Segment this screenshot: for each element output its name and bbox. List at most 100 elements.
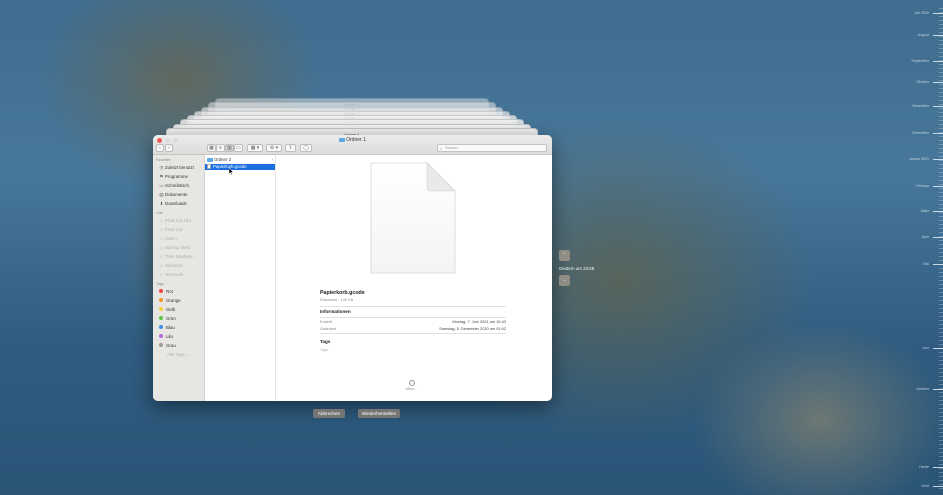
timeline-minor-tick bbox=[939, 152, 943, 153]
preview-filename: Papierkorb.gcode bbox=[320, 290, 365, 296]
tag-button[interactable]: ◯ bbox=[300, 144, 312, 152]
drive-icon: ◌ bbox=[160, 245, 163, 250]
timeline-minor-tick bbox=[939, 392, 943, 393]
timeline-minor-tick bbox=[939, 208, 943, 209]
timeline-minor-tick bbox=[939, 256, 943, 257]
timeline-label[interactable]: Juli 2020 bbox=[915, 11, 929, 15]
timeline-minor-tick bbox=[939, 12, 943, 13]
older-snapshot-button[interactable]: ⌃ bbox=[559, 250, 570, 261]
timeline-minor-tick bbox=[939, 96, 943, 97]
timeline-label[interactable]: Jetzt bbox=[921, 484, 929, 488]
timeline-label[interactable]: November bbox=[912, 104, 929, 108]
list-item[interactable]: Papierkorb.gcode bbox=[205, 164, 275, 170]
timeline-minor-tick bbox=[939, 268, 943, 269]
tags-input[interactable]: Tags ... bbox=[320, 348, 332, 352]
tag-label: Grün bbox=[166, 316, 176, 321]
timeline-tick[interactable] bbox=[933, 237, 943, 238]
timeline-label[interactable]: Februar bbox=[916, 184, 929, 188]
timeline-minor-tick bbox=[939, 36, 943, 37]
sidebar-item-location[interactable]: ◌ Final Cut bbox=[153, 225, 204, 234]
timeline-label[interactable]: August bbox=[918, 33, 929, 37]
sidebar-item-label: Daten bbox=[165, 236, 177, 241]
tag-color-dot bbox=[159, 325, 163, 329]
sidebar-item-label: Time Machine... bbox=[165, 254, 197, 259]
sidebar-tag[interactable]: Orange bbox=[153, 296, 204, 305]
sidebar-item-location[interactable]: ◌ Time Machine... bbox=[153, 252, 204, 261]
desktop-icon: ▭ bbox=[159, 183, 164, 188]
preview-subtitle: Dokument - 142 KB bbox=[320, 298, 354, 302]
timeline-minor-tick bbox=[939, 468, 943, 469]
timeline-minor-tick bbox=[939, 196, 943, 197]
sidebar-item-location[interactable]: ◌ Netzwerk bbox=[153, 270, 204, 279]
timeline-tick[interactable] bbox=[933, 106, 943, 107]
timeline-label[interactable]: Gestern bbox=[916, 387, 929, 391]
sidebar-item-location[interactable]: ◌ Backup MAC bbox=[153, 243, 204, 252]
timeline-minor-tick bbox=[939, 436, 943, 437]
list-item[interactable]: Ordner 2 › bbox=[205, 157, 275, 163]
timeline-tick[interactable] bbox=[933, 133, 943, 134]
timeline-label[interactable]: Heute bbox=[919, 465, 929, 469]
timeline-tick[interactable] bbox=[933, 389, 943, 390]
timeline-label[interactable]: Oktober bbox=[916, 80, 929, 84]
sidebar-item-zuletzt-benutzt[interactable]: ◷ Zuletzt benutzt bbox=[153, 163, 204, 172]
timeline-label[interactable]: März bbox=[921, 209, 929, 213]
timeline-minor-tick bbox=[939, 388, 943, 389]
timeline-minor-tick bbox=[939, 232, 943, 233]
timeline-minor-tick bbox=[939, 40, 943, 41]
list-view-button[interactable]: ≡ bbox=[216, 144, 225, 152]
timeline-label[interactable]: Juni bbox=[922, 346, 929, 350]
timeline-minor-tick bbox=[939, 300, 943, 301]
gallery-view-button[interactable]: ▭ bbox=[234, 144, 243, 152]
timeline-tick[interactable] bbox=[933, 186, 943, 187]
more-button[interactable]: ⋯ Mehr ... bbox=[404, 380, 420, 391]
sidebar-tag[interactable]: Rot bbox=[153, 287, 204, 296]
timeline-label[interactable]: September bbox=[911, 59, 929, 63]
timeline-minor-tick bbox=[939, 308, 943, 309]
item-name: Ordner 2 bbox=[214, 157, 231, 162]
timeline-minor-tick bbox=[939, 312, 943, 313]
timeline-minor-tick bbox=[939, 132, 943, 133]
forward-button[interactable]: › bbox=[165, 144, 173, 152]
search-icon: ⌕ bbox=[440, 146, 443, 151]
timeline-label[interactable]: Dezember bbox=[912, 131, 929, 135]
cancel-button[interactable]: Abbrechen bbox=[313, 409, 345, 418]
timeline-minor-tick bbox=[939, 432, 943, 433]
search-field[interactable]: ⌕ Suchen bbox=[437, 144, 547, 152]
icon-view-button[interactable]: ▦ bbox=[207, 144, 216, 152]
group-button[interactable]: ▦ ▾ bbox=[247, 144, 263, 152]
sidebar-item-label: Programme bbox=[165, 174, 188, 179]
newer-snapshot-button[interactable]: ⌄ bbox=[559, 275, 570, 286]
sidebar-item-location[interactable]: ◌ Daten bbox=[153, 234, 204, 243]
timeline-tick[interactable] bbox=[933, 486, 943, 487]
sidebar-item-dokumente[interactable]: ▤Dokumente bbox=[153, 190, 204, 199]
column-view-button[interactable]: ▥ bbox=[225, 144, 234, 152]
timeline-label[interactable]: Mai bbox=[923, 262, 929, 266]
tags-section-header: Tags bbox=[320, 339, 331, 344]
sidebar: Favoriten ◷ Zuletzt benutzt ⚑Programme ▭Sch… bbox=[153, 155, 205, 401]
back-button[interactable]: ‹ bbox=[156, 144, 164, 152]
tag-color-dot bbox=[159, 289, 163, 293]
sidebar-item-programme[interactable]: ⚑Programme bbox=[153, 172, 204, 181]
timeline-label[interactable]: Januar 2021 bbox=[909, 157, 929, 161]
sidebar-tag[interactable]: Grün bbox=[153, 314, 204, 323]
title-bar: Ordner 1 ‹ › ▦ ≡ ▥ ▭ ▦ ▾ ⚙ ▾ ⇪ ◯ ⌕ Suche… bbox=[153, 135, 552, 155]
more-icon: ⋯ bbox=[409, 380, 415, 386]
sidebar-item-location[interactable]: ◌ Final Cut Libr... bbox=[153, 216, 204, 225]
restore-button[interactable]: Wiederherstellen bbox=[358, 409, 400, 418]
sidebar-item-location[interactable]: ◌ Windows bbox=[153, 261, 204, 270]
share-button[interactable]: ⇪ bbox=[285, 144, 296, 152]
sidebar-item-downloads[interactable]: ⬇ Downloads bbox=[153, 199, 204, 208]
timeline-minor-tick bbox=[939, 424, 943, 425]
sidebar-item-all-tags[interactable]: Alle Tags ... bbox=[153, 350, 204, 359]
sidebar-tag[interactable]: Gelb bbox=[153, 305, 204, 314]
sidebar-tag[interactable]: Lila bbox=[153, 332, 204, 341]
sidebar-item-schreibtisch[interactable]: ▭Schreibtisch bbox=[153, 181, 204, 190]
timeline-tick[interactable] bbox=[933, 61, 943, 62]
sidebar-tag[interactable]: Grau bbox=[153, 341, 204, 350]
sidebar-tag[interactable]: Blau bbox=[153, 323, 204, 332]
timeline-minor-tick bbox=[939, 372, 943, 373]
timeline-label[interactable]: April bbox=[922, 235, 929, 239]
timeline-tick[interactable] bbox=[933, 82, 943, 83]
timeline-tick[interactable] bbox=[933, 13, 943, 14]
action-button[interactable]: ⚙ ▾ bbox=[266, 144, 282, 152]
